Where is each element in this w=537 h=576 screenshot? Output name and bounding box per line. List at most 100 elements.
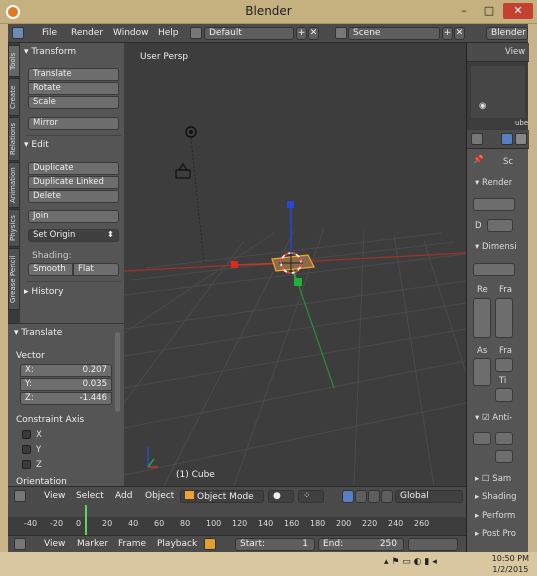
end-frame-field[interactable]: End: 250 [318,538,404,551]
frame-range-fields[interactable] [495,298,513,338]
performance-panel-header[interactable]: ▸ Perform [475,511,515,521]
render-panel-header[interactable]: ▾ Render [475,178,512,188]
tab-physics[interactable]: Physics [8,209,20,247]
translate-manipulator-icon[interactable] [355,490,367,503]
manipulator-toggle[interactable] [342,490,354,503]
keying-icon[interactable] [204,538,216,550]
render-layers-icon[interactable] [515,133,527,145]
dimensions-panel-header[interactable]: ▾ Dimensi [475,242,517,252]
start-frame-field[interactable]: Start: 1 [235,538,315,551]
tab-relations[interactable]: Relations [8,117,20,161]
3d-viewport[interactable]: User Persp (1) Cube [124,43,466,486]
remove-screen-button[interactable]: ✕ [308,27,319,40]
duplicate-button[interactable]: Duplicate [28,162,119,175]
time-remap-fields[interactable] [495,388,513,402]
menu-object[interactable]: Object [145,491,174,501]
shade-smooth-button[interactable]: Smooth [28,263,73,276]
post-processing-panel-header[interactable]: ▸ Post Pro [475,529,516,539]
rotate-manipulator-icon[interactable] [368,490,380,503]
transform-panel-header[interactable]: ▾ Transform [24,47,76,57]
camera-icon[interactable] [175,162,191,179]
timeline-scrollbar[interactable] [8,505,466,517]
sampled-motion-blur-header[interactable]: ▸ ☐ Sam [475,474,511,484]
maximize-button[interactable]: □ [478,3,500,19]
menu-frame[interactable]: Frame [118,539,146,549]
scene-select[interactable]: Scene [348,27,440,40]
screen-layout-select[interactable]: Default [204,27,294,40]
shade-flat-button[interactable]: Flat [73,263,119,276]
tab-grease-pencil[interactable]: Grease Pencil [8,248,20,310]
aa-filter-select[interactable] [495,432,513,445]
menu-render[interactable]: Render [71,28,103,38]
tray-icons[interactable]: ▴ ⚑ ▭ ◐ ▮ ◂ [384,557,437,567]
render-engine-select[interactable]: Blender R [486,27,528,40]
menu-view-timeline[interactable]: View [44,539,65,549]
timeline[interactable]: -40 -20 0 20 40 60 80 100 120 140 160 180 200 220 240 2… [8,505,466,535]
menu-file[interactable]: File [42,28,57,38]
outliner-view-menu[interactable]: View [505,47,525,57]
render-presets[interactable] [473,263,515,276]
visibility-eye-icon[interactable]: ◉ [479,101,486,111]
render-buttons[interactable] [473,198,515,211]
rotate-button[interactable]: Rotate [28,82,119,95]
frame-rate-select[interactable] [495,358,513,372]
menu-playback[interactable]: Playback [157,539,197,549]
minimize-button[interactable]: – [453,3,475,19]
mirror-button[interactable]: Mirror [28,117,119,130]
y-handle[interactable] [294,278,302,286]
vector-x-field[interactable]: X: 0.207 [20,364,112,377]
timeline-editor-icon[interactable] [14,538,26,550]
aa-filter-size-field[interactable] [495,450,513,463]
anti-aliasing-panel-header[interactable]: ▾ ☑ Anti- [475,413,512,423]
current-frame-indicator[interactable] [85,505,87,535]
duplicate-linked-button[interactable]: Duplicate Linked [28,176,119,189]
tab-create[interactable]: Create [8,78,20,116]
operator-header[interactable]: ▾ Translate [14,328,62,338]
join-button[interactable]: Join [28,210,119,223]
add-scene-button[interactable]: + [442,27,453,40]
scale-button[interactable]: Scale [28,96,119,109]
menu-window[interactable]: Window [113,28,149,38]
transform-orientation-select[interactable]: Global [395,490,463,503]
tab-tools[interactable]: Tools [8,45,20,77]
x-handle[interactable] [231,261,238,268]
close-button[interactable]: ✕ [503,3,533,19]
scene-icon[interactable] [335,27,347,39]
display-select[interactable] [487,219,513,232]
operator-scrollbar[interactable] [115,332,120,412]
menu-view[interactable]: View [44,491,65,501]
remove-scene-button[interactable]: ✕ [454,27,465,40]
add-screen-button[interactable]: + [296,27,307,40]
aa-samples-buttons[interactable] [473,432,491,445]
viewport-shading-select[interactable]: ● [268,490,294,503]
menu-marker[interactable]: Marker [77,539,108,549]
menu-select[interactable]: Select [76,491,104,501]
edit-panel-header[interactable]: ▾ Edit [24,140,49,150]
history-panel-header[interactable]: ▸ History [24,287,63,297]
aspect-fields[interactable] [473,358,491,386]
render-context-icon[interactable] [501,133,513,145]
constraint-x-checkbox[interactable] [22,430,31,439]
system-clock[interactable]: 10:50 PM 1/2/2015 [492,553,529,575]
tab-animation[interactable]: Animation [8,162,20,208]
delete-button[interactable]: Delete [28,190,119,203]
menu-add[interactable]: Add [115,491,132,501]
editor-type-icon[interactable] [14,490,26,502]
pivot-point-select[interactable]: ⁘ [298,490,324,503]
scale-manipulator-icon[interactable] [381,490,393,503]
properties-editor-icon[interactable] [471,133,483,145]
info-editor-icon[interactable] [12,27,24,39]
screen-layout-icon[interactable] [190,27,202,39]
vector-y-field[interactable]: Y: 0.035 [20,378,112,391]
constraint-y-checkbox[interactable] [22,445,31,454]
translate-button[interactable]: Translate [28,68,119,81]
menu-help[interactable]: Help [158,28,179,38]
set-origin-dropdown[interactable]: Set Origin ⬍ [28,229,119,242]
shading-panel-header[interactable]: ▸ Shading [475,492,517,502]
pin-icon[interactable]: 📌 [473,155,484,165]
outliner-cube-item[interactable]: ube [515,119,528,127]
vector-z-field[interactable]: Z: -1.446 [20,392,112,405]
current-frame-field[interactable] [408,538,458,551]
constraint-z-checkbox[interactable] [22,460,31,469]
resolution-fields[interactable] [473,298,491,338]
